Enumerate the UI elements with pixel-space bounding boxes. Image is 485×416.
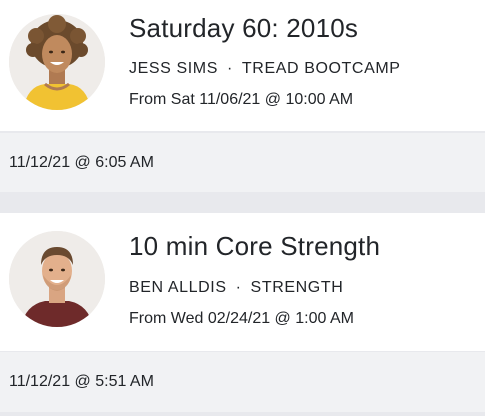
scheduled-time: From Sat 11/06/21 @ 10:00 AM — [129, 91, 354, 108]
workout-meta: JESS SIMS · TREAD BOOTCAMP — [129, 60, 401, 78]
workout-history-feed: Saturday 60: 2010s JESS SIMS · TREAD BOOTC… — [0, 0, 485, 416]
instructor-name: JESS SIMS — [129, 60, 218, 77]
instructor-avatar — [9, 231, 105, 327]
workout-title: 10 min Core Strength — [129, 231, 381, 261]
workout-title: Saturday 60: 2010s — [129, 13, 359, 43]
completed-date-row: 11/12/21 @ 6:05 AM — [0, 133, 485, 192]
class-category: TREAD BOOTCAMP — [241, 60, 401, 77]
instructor-photo-icon — [9, 14, 105, 110]
instructor-photo-icon — [9, 231, 105, 327]
meta-separator: · — [235, 279, 242, 296]
workout-meta: BEN ALLDIS · STRENGTH — [129, 279, 343, 297]
meta-separator: · — [226, 60, 233, 77]
class-category: STRENGTH — [250, 279, 344, 296]
workout-card[interactable]: 10 min Core Strength BEN ALLDIS · STRENGTH… — [0, 213, 485, 351]
completed-date-row: 11/12/21 @ 5:51 AM — [0, 352, 485, 412]
scheduled-time: From Wed 02/24/21 @ 1:00 AM — [129, 310, 354, 327]
instructor-avatar — [9, 14, 105, 110]
instructor-name: BEN ALLDIS — [129, 279, 227, 296]
workout-card[interactable]: Saturday 60: 2010s JESS SIMS · TREAD BOOTC… — [0, 0, 485, 131]
